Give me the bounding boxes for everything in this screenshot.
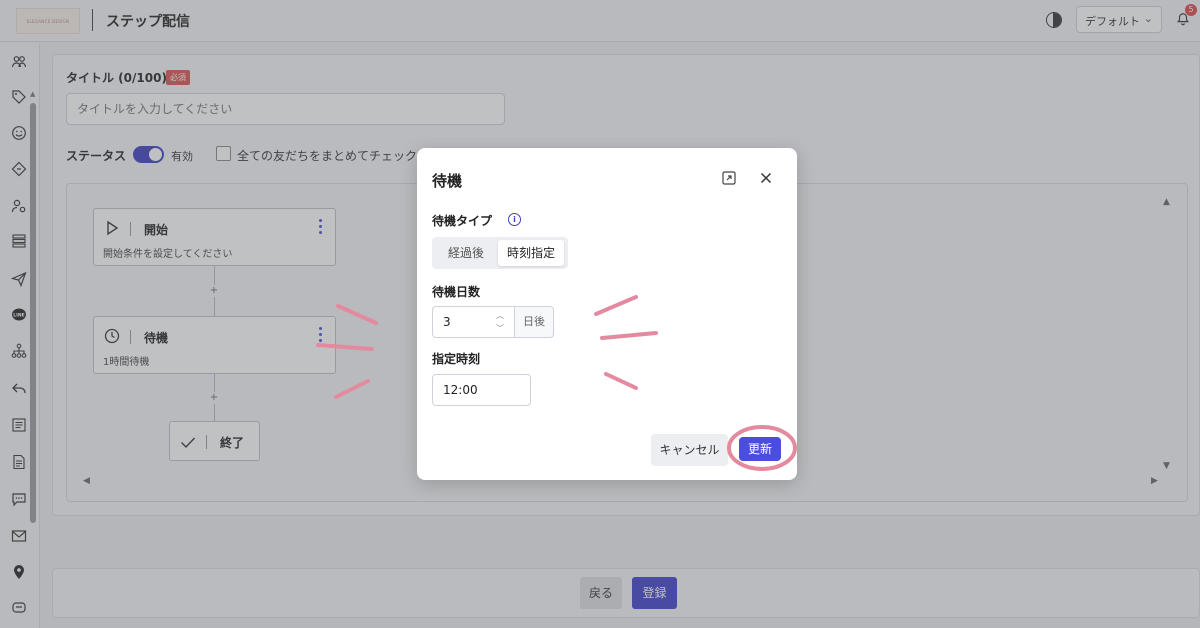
wait-days-unit: 日後 [514,306,554,338]
chevron-down-icon[interactable]: ﹀ [493,322,507,335]
wait-days-label: 待機日数 [432,285,481,299]
expand-icon[interactable] [722,171,736,185]
update-button[interactable]: 更新 [739,437,781,461]
wait-type-option-time[interactable]: 時刻指定 [498,240,564,266]
info-icon[interactable]: i [508,213,521,226]
time-input[interactable]: 12:00 [432,374,531,406]
time-label: 指定時刻 [432,352,481,366]
wait-days-stepper[interactable]: ︿ ﹀ [493,309,507,335]
chevron-up-icon[interactable]: ︿ [493,309,507,322]
wait-type-label: 待機タイプ [432,214,493,228]
close-icon[interactable] [758,170,774,186]
wait-type-segmented-control: 経過後 時刻指定 [432,237,568,269]
modal-title: 待機 [432,172,463,190]
wait-type-option-elapsed[interactable]: 経過後 [436,240,496,266]
cancel-button[interactable]: キャンセル [651,434,728,466]
wait-settings-modal: 待機 待機タイプ i 経過後 時刻指定 待機日数 3 ︿ ﹀ 日後 指定時刻 1… [417,148,797,480]
